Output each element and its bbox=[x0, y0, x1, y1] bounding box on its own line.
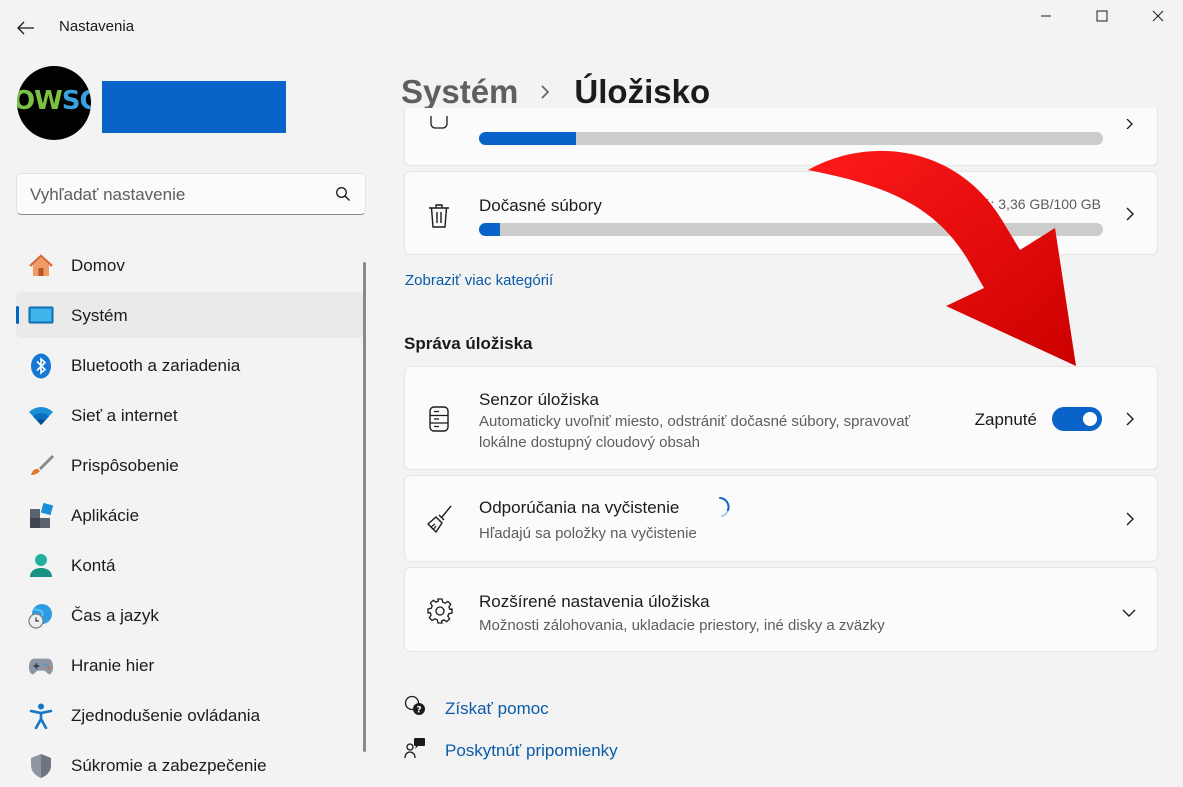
storage-sense-toggle[interactable] bbox=[1052, 407, 1102, 431]
sidebar-item-apps[interactable]: Aplikácie bbox=[16, 492, 364, 538]
title-bar: Nastavenia bbox=[0, 0, 1183, 56]
maximize-icon bbox=[1096, 10, 1108, 22]
feedback-person-icon bbox=[404, 737, 426, 764]
chevron-right-icon bbox=[1125, 411, 1135, 432]
storage-sense-card[interactable]: Senzor úložiska Automaticky uvoľniť mies… bbox=[404, 366, 1158, 470]
maximize-button[interactable] bbox=[1074, 0, 1130, 32]
storage-drive-icon bbox=[427, 406, 451, 437]
toggle-knob bbox=[1083, 412, 1097, 426]
settings-search[interactable] bbox=[16, 173, 366, 215]
cleanup-recommendations-card[interactable]: Odporúčania na vyčistenie Hľadajú sa pol… bbox=[404, 475, 1158, 562]
trash-icon bbox=[427, 203, 451, 234]
account-icon bbox=[28, 553, 54, 579]
globe-clock-icon bbox=[28, 603, 54, 629]
chevron-right-icon bbox=[1125, 116, 1135, 134]
sidebar-item-network[interactable]: Sieť a internet bbox=[16, 392, 364, 438]
sidebar-item-time-language[interactable]: Čas a jazyk bbox=[16, 592, 364, 638]
feedback-link[interactable]: Poskytnúť pripomienky bbox=[445, 741, 618, 761]
search-input[interactable] bbox=[30, 184, 330, 206]
show-more-categories-link[interactable]: Zobraziť viac kategórií bbox=[405, 272, 553, 289]
sidebar-scrollbar[interactable] bbox=[363, 262, 366, 752]
get-help-row[interactable]: ? Získať pomoc bbox=[404, 695, 549, 722]
advanced-storage-settings-card[interactable]: Rozšírené nastavenia úložiska Možnosti z… bbox=[404, 567, 1158, 652]
avatar-logo-text: OWSC bbox=[17, 86, 91, 116]
bluetooth-icon bbox=[28, 353, 54, 379]
storage-category-icon bbox=[427, 116, 451, 135]
apps-icon bbox=[28, 503, 54, 529]
breadcrumb-parent[interactable]: Systém bbox=[401, 73, 518, 111]
chevron-down-icon bbox=[1121, 605, 1137, 623]
page-title: Úložisko bbox=[574, 73, 711, 110]
sidebar-item-home[interactable]: Domov bbox=[16, 242, 364, 288]
feedback-row[interactable]: Poskytnúť pripomienky bbox=[404, 737, 618, 764]
close-icon bbox=[1152, 10, 1164, 22]
wifi-icon bbox=[28, 403, 54, 429]
home-icon bbox=[28, 253, 54, 279]
breadcrumb-chevron-icon bbox=[540, 84, 550, 100]
advanced-storage-settings-title: Rozšírené nastavenia úložiska bbox=[479, 592, 710, 611]
paintbrush-icon bbox=[28, 453, 54, 479]
annotation-arrow-icon bbox=[808, 150, 1076, 366]
sidebar-item-personalization[interactable]: Prispôsobenie bbox=[16, 442, 364, 488]
cleanup-recommendations-title: Odporúčania na vyčistenie bbox=[479, 498, 680, 517]
temp-files-title: Dočasné súbory bbox=[479, 196, 602, 215]
back-button[interactable] bbox=[10, 14, 42, 42]
loading-spinner-icon bbox=[709, 496, 731, 523]
close-button[interactable] bbox=[1130, 0, 1183, 32]
advanced-storage-settings-description: Možnosti zálohovania, ukladacie priestor… bbox=[479, 617, 885, 634]
user-avatar[interactable]: OWSC bbox=[17, 66, 91, 140]
section-title-storage-management: Správa úložiska bbox=[404, 334, 533, 353]
back-arrow-icon bbox=[17, 21, 34, 35]
storage-sense-description: Automaticky uvoľniť miesto, odstrániť do… bbox=[479, 411, 910, 453]
svg-text:?: ? bbox=[416, 706, 421, 716]
gamepad-icon bbox=[28, 653, 54, 679]
search-icon[interactable] bbox=[335, 186, 351, 207]
chevron-right-icon bbox=[1125, 206, 1135, 227]
help-chat-icon: ? bbox=[404, 695, 426, 722]
system-display-icon bbox=[28, 303, 54, 329]
sidebar-nav: Domov Systém Bluetooth a zariadenia Sieť… bbox=[16, 242, 364, 787]
minimize-icon bbox=[1041, 15, 1051, 17]
minimize-button[interactable] bbox=[1018, 0, 1074, 32]
get-help-link[interactable]: Získať pomoc bbox=[445, 699, 549, 719]
storage-sense-description-line1: Automaticky uvoľniť miesto, odstrániť do… bbox=[479, 413, 911, 430]
user-name-redacted bbox=[102, 81, 286, 133]
shield-icon bbox=[28, 753, 54, 779]
sidebar-item-gaming[interactable]: Hranie hier bbox=[16, 642, 364, 688]
sidebar-item-system[interactable]: Systém bbox=[16, 292, 364, 338]
chevron-right-icon bbox=[1125, 511, 1135, 532]
sidebar-item-privacy[interactable]: Súkromie a zabezpečenie bbox=[16, 742, 364, 787]
cleanup-recommendations-description: Hľadajú sa položky na vyčistenie bbox=[479, 525, 697, 542]
sidebar-item-bluetooth[interactable]: Bluetooth a zariadenia bbox=[16, 342, 364, 388]
storage-sense-title: Senzor úložiska bbox=[479, 390, 600, 409]
sidebar-item-accounts[interactable]: Kontá bbox=[16, 542, 364, 588]
accessibility-icon bbox=[28, 703, 54, 729]
app-title: Nastavenia bbox=[59, 18, 135, 35]
gear-icon bbox=[427, 598, 453, 629]
broom-icon bbox=[426, 505, 453, 538]
storage-sense-state-label: Zapnuté bbox=[974, 410, 1037, 429]
sidebar-item-accessibility[interactable]: Zjednodušenie ovládania bbox=[16, 692, 364, 738]
storage-sense-description-line2: lokálne dostupný cloudový obsah bbox=[479, 434, 700, 451]
